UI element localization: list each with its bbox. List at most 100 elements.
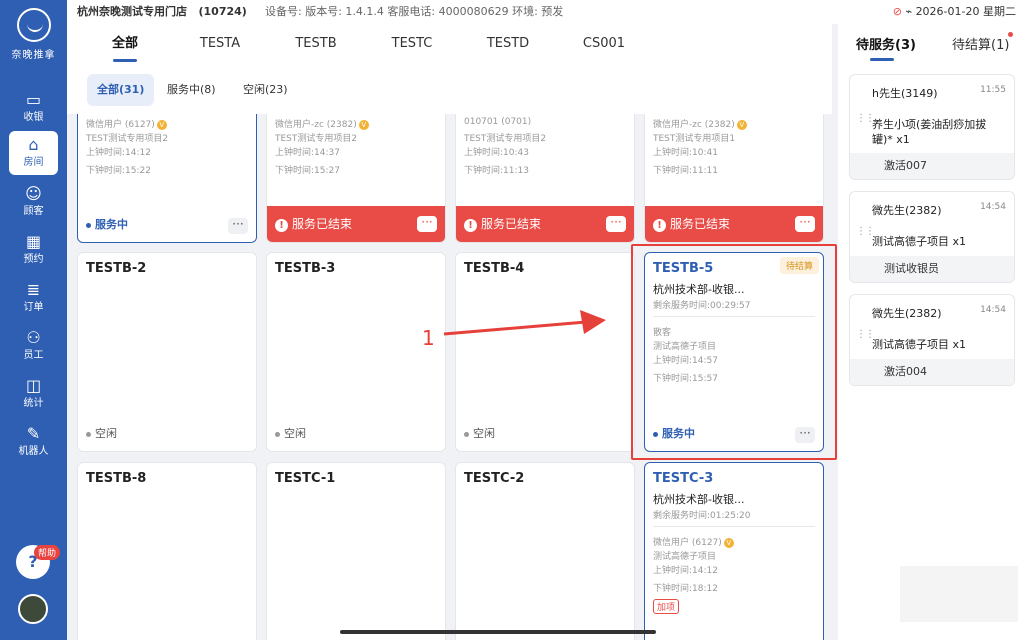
customer-name: h先生(3149) [872, 87, 938, 100]
sidebar-item-rooms[interactable]: ⌂ 房间 [9, 131, 58, 175]
order-time: 14:54 [980, 305, 1006, 315]
tab-pending-settle[interactable]: 待结算(1) [952, 32, 1014, 53]
card-off-time: 下钟时间:18:12 [653, 584, 718, 594]
customer-name: 微先生(2382) [872, 204, 942, 217]
order-icon: ≣ [26, 280, 41, 299]
room-name: TESTC-1 [275, 471, 336, 486]
datetime: 2026-01-20 星期二 [915, 5, 1016, 18]
customer-icon: ☺ [25, 184, 42, 203]
help-badge[interactable]: 帮助 [34, 545, 61, 560]
tab-testc[interactable]: TESTC [387, 24, 437, 64]
sidebar-item-label: 预约 [23, 254, 44, 265]
card-off-time: 下钟时间:15:57 [653, 374, 718, 384]
room-card[interactable]: TESTC-1 [266, 462, 446, 640]
store-id: (10724) [198, 5, 247, 18]
annotation-number: 1 [422, 326, 435, 350]
status-right: ⊘ ⌁ 2026-01-20 星期二 [893, 0, 1016, 24]
room-card[interactable]: TESTC-3 杭州技术部-收银... 剩余服务时间:01:25:20 微信用户… [644, 462, 824, 640]
more-icon[interactable]: ··· [228, 218, 248, 234]
assigned-staff: 激活004 [850, 359, 1014, 385]
status-bar: 杭州奈晚测试专用门店 (10724) 设备号: 版本号: 1.4.1.4 客服电… [67, 0, 1024, 24]
card-off-time: 下钟时间:15:27 [275, 166, 340, 176]
home-icon: ⌂ [28, 135, 39, 154]
card-item: 测试高德子项目 [653, 342, 717, 352]
room-card[interactable]: TESTB-3 空闲 [266, 252, 446, 452]
tab-testb[interactable]: TESTB [291, 24, 341, 64]
room-card[interactable]: 微信用户-zc (2382) V TEST测试专用项目1 上钟时间:10:41 下… [644, 114, 824, 243]
card-off-time: 下钟时间:11:13 [464, 166, 529, 176]
sidebar-item-label: 房间 [23, 157, 44, 168]
sidebar-item-label: 员工 [23, 350, 44, 361]
sidebar-item-booking[interactable]: ▦ 预约 [9, 228, 58, 272]
status-filters: 全部(31) 服务中(8) 空闲(23) [67, 64, 832, 114]
filter-serving[interactable]: 服务中(8) [157, 74, 226, 106]
assigned-staff: 测试收银员 [850, 256, 1014, 282]
card-technician: 杭州技术部-收银... [653, 283, 745, 296]
room-name: TESTB-5 [653, 261, 714, 276]
sidebar-item-stats[interactable]: ◫ 统计 [9, 372, 58, 416]
sidebar-item-robot[interactable]: ✎ 机器人 [9, 420, 58, 464]
status-badge: 空闲 [86, 425, 117, 441]
tab-pending-service[interactable]: 待服务(3) [856, 34, 916, 61]
no-wifi-icon: ⌁ [905, 5, 913, 18]
status-badge: 服务中 [653, 425, 695, 441]
tab-all[interactable]: 全部 [105, 24, 145, 64]
app-logo: 奈晚推拿 [0, 8, 67, 61]
tab-cs001[interactable]: CS001 [579, 24, 629, 64]
alert-icon: ! [464, 219, 477, 232]
room-card[interactable]: TESTC-2 [455, 462, 635, 640]
room-card[interactable]: 微信用户 (6127) V TEST测试专用项目2 上钟时间:14:12 下钟时间… [77, 114, 257, 243]
room-card[interactable]: TESTB-4 空闲 [455, 252, 635, 452]
room-card[interactable]: 微信用户-zc (2382) V TEST测试专用项目2 上钟时间:14:37 下… [266, 114, 446, 243]
card-on-time: 上钟时间:14:12 [86, 148, 151, 158]
card-user: 散客 [653, 328, 672, 338]
avatar[interactable] [18, 594, 48, 624]
home-indicator[interactable] [340, 630, 656, 634]
card-item: TEST测试专用项目2 [464, 134, 547, 144]
staff-icon: ⚇ [26, 328, 41, 347]
room-card[interactable]: TESTB-8 [77, 462, 257, 640]
store-name: 杭州奈晚测试专用门店 (10724) [77, 5, 247, 18]
divider [653, 316, 815, 317]
sidebar-item-staff[interactable]: ⚇ 员工 [9, 324, 58, 368]
mute-icon: ⊘ [892, 5, 902, 18]
room-grid: 微信用户 (6127) V TEST测试专用项目2 上钟时间:14:12 下钟时间… [67, 114, 832, 640]
card-on-time: 上钟时间:14:57 [653, 356, 718, 366]
card-on-time: 上钟时间:14:12 [653, 566, 718, 576]
assigned-staff: 激活007 [850, 153, 1014, 179]
room-card[interactable]: TESTB-2 空闲 [77, 252, 257, 452]
service-ended-bar: ! 服务已结束 ··· [267, 206, 445, 242]
card-user: 010701 (0701) [464, 117, 532, 127]
tab-testa[interactable]: TESTA [195, 24, 245, 64]
card-on-time: 上钟时间:10:41 [653, 148, 718, 158]
sidebar-item-orders[interactable]: ≣ 订单 [9, 276, 58, 320]
sidebar-item-cashier[interactable]: ▭ 收银 [9, 86, 58, 130]
device-info: 设备号: 版本号: 1.4.1.4 客服电话: 4000080629 环境: 预… [265, 5, 564, 18]
alert-icon: ! [653, 219, 666, 232]
card-item: 测试高德子项目 [653, 552, 717, 562]
customer-name: 微先生(2382) [872, 307, 942, 320]
room-name: TESTB-4 [464, 261, 525, 276]
room-card[interactable]: TESTB-5 待结算 杭州技术部-收银... 剩余服务时间:00:29:57 … [644, 252, 824, 452]
tab-testd[interactable]: TESTD [483, 24, 533, 64]
room-name: TESTB-2 [86, 261, 147, 276]
sidebar-item-customers[interactable]: ☺ 顾客 [9, 180, 58, 224]
filter-all[interactable]: 全部(31) [87, 74, 155, 106]
card-remaining: 剩余服务时间:00:29:57 [653, 301, 751, 311]
more-icon[interactable]: ··· [417, 216, 437, 232]
more-icon[interactable]: ··· [795, 216, 815, 232]
card-off-time: 下钟时间:11:11 [653, 166, 718, 176]
more-icon[interactable]: ··· [795, 427, 815, 443]
room-name: TESTB-3 [275, 261, 336, 276]
chart-icon: ◫ [25, 376, 42, 395]
queue-card[interactable]: 微先生(2382) 14:54 ⋮⋮ 测试高德子项目 x1 激活004 [849, 294, 1015, 386]
robot-icon: ✎ [26, 424, 41, 443]
sidebar-item-label: 订单 [23, 302, 44, 313]
room-card[interactable]: 010701 (0701) TEST测试专用项目2 上钟时间:10:43 下钟时… [455, 114, 635, 243]
filter-idle[interactable]: 空闲(23) [233, 74, 298, 106]
queue-card[interactable]: 微先生(2382) 14:54 ⋮⋮ 测试高德子项目 x1 测试收银员 [849, 191, 1015, 283]
queue-card[interactable]: h先生(3149) 11:55 ⋮⋮ 养生小项(姜油刮痧加拔罐)* x1 激活0… [849, 74, 1015, 180]
more-icon[interactable]: ··· [606, 216, 626, 232]
sidebar-item-label: 收银 [23, 112, 44, 123]
sidebar-item-label: 机器人 [18, 446, 49, 457]
